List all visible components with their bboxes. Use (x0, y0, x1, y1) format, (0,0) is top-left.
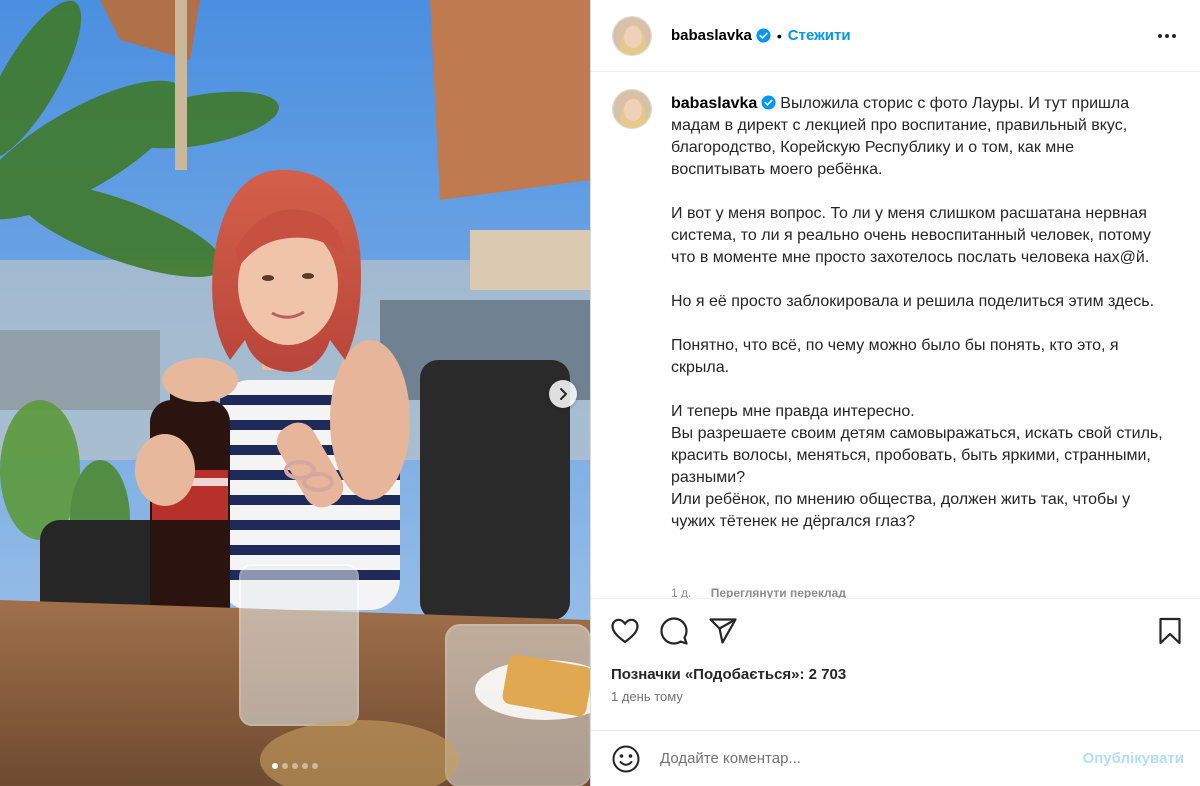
carousel-indicator (0, 763, 590, 769)
chevron-right-icon (560, 388, 567, 400)
carousel-dot (312, 763, 318, 769)
likes-count[interactable]: Позначки «Подобається»: 2 703 (611, 666, 1184, 683)
comment-icon (660, 617, 688, 645)
share-button[interactable] (709, 617, 737, 645)
comment-input[interactable] (660, 750, 1083, 767)
comment-form: Опублікувати (591, 730, 1200, 786)
post-header: babaslavka • Стежити (591, 0, 1200, 72)
avatar-image (613, 90, 651, 128)
caption-username[interactable]: babaslavka (671, 95, 757, 112)
carousel-dot (302, 763, 308, 769)
follow-button[interactable]: Стежити (788, 27, 851, 44)
caption-scroll-area[interactable]: babaslavka Выложила сторис с фото Лауры. … (591, 73, 1200, 598)
share-icon (709, 618, 737, 644)
action-icons (611, 615, 1184, 647)
post-time[interactable]: 1 день тому (611, 689, 1184, 704)
heart-icon (611, 618, 639, 644)
comment-button[interactable] (660, 617, 688, 645)
save-button[interactable] (1156, 617, 1184, 645)
photo-illustration (0, 0, 590, 786)
emoji-icon (612, 745, 640, 772)
actions-bar: Позначки «Подобається»: 2 703 1 день том… (591, 598, 1200, 704)
carousel-dot (272, 763, 278, 769)
avatar-image (613, 16, 651, 55)
post-photo[interactable] (0, 0, 590, 786)
bookmark-icon (1159, 617, 1181, 645)
verified-badge-icon (761, 95, 776, 110)
author-avatar[interactable] (612, 15, 652, 56)
carousel-dot (282, 763, 288, 769)
emoji-button[interactable] (612, 745, 640, 773)
carousel-dot (292, 763, 298, 769)
post-side-panel: babaslavka • Стежити babaslavka Выложила… (590, 0, 1200, 786)
verified-badge-icon (756, 28, 771, 43)
header-separator: • (776, 27, 782, 44)
caption-text: babaslavka Выложила сторис с фото Лауры. … (671, 89, 1171, 533)
author-username[interactable]: babaslavka (671, 27, 752, 44)
caption-row: babaslavka Выложила сторис с фото Лауры. … (612, 89, 1179, 533)
more-options-button[interactable] (1155, 24, 1179, 48)
post-comment-button[interactable]: Опублікувати (1083, 750, 1184, 767)
more-options-icon (1158, 33, 1176, 38)
see-translation-link[interactable]: Переглянути переклад (711, 586, 846, 598)
like-button[interactable] (611, 617, 639, 645)
caption-body: Выложила сторис с фото Лауры. И тут приш… (671, 95, 1163, 530)
caption-meta: 1 д. Переглянути переклад (671, 586, 846, 598)
caption-avatar[interactable] (612, 89, 652, 129)
caption-age[interactable]: 1 д. (671, 586, 691, 598)
carousel-next-button[interactable] (549, 380, 577, 408)
